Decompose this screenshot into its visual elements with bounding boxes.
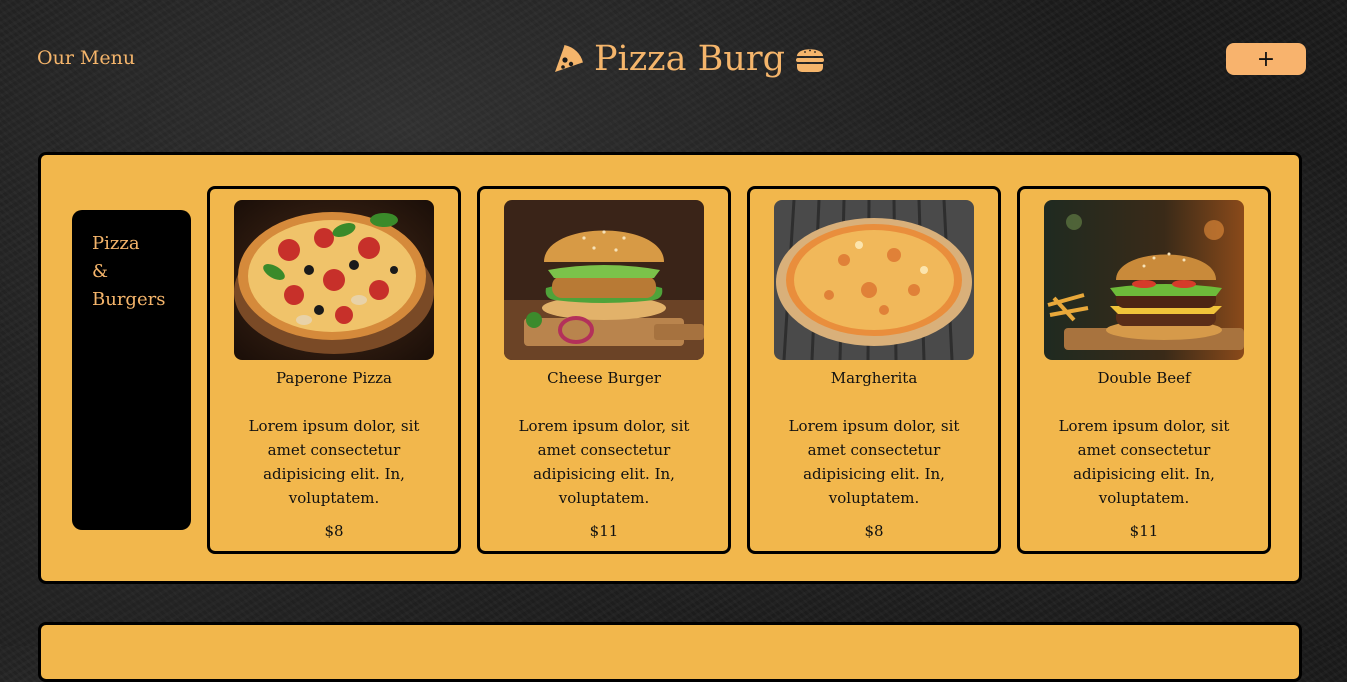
card-price: $11 — [589, 522, 619, 540]
card-price: $8 — [864, 522, 884, 540]
card-description: Lorem ipsum dolor, sit amet consectetur … — [518, 417, 690, 507]
double-beef-burger-photo — [1044, 200, 1244, 360]
menu-card-paperone-pizza[interactable]: Paperone Pizza Lorem ipsum dolor, sit am… — [207, 186, 461, 554]
card-title: Margherita — [830, 369, 918, 387]
card-price: $8 — [324, 522, 344, 540]
card-description: Lorem ipsum dolor, sit amet consectetur … — [1058, 417, 1230, 507]
category-line: Burgers — [92, 289, 166, 310]
category-pizza-burgers[interactable]: Pizza & Burgers — [72, 210, 191, 530]
menu-card-cheese-burger[interactable]: Cheese Burger Lorem ipsum dolor, sit ame… — [477, 186, 731, 554]
brand-title: Pizza Burg — [594, 39, 786, 79]
pizza-slice-icon — [552, 43, 584, 75]
category-line: Pizza — [92, 233, 140, 254]
margherita-pizza-photo — [774, 200, 974, 360]
card-title: Cheese Burger — [547, 369, 661, 387]
card-title: Double Beef — [1097, 369, 1191, 387]
card-description: Lorem ipsum dolor, sit amet consectetur … — [248, 417, 420, 507]
card-description: Lorem ipsum dolor, sit amet consectetur … — [788, 417, 960, 507]
site-header: Our Menu Pizza Burg + — [0, 0, 1347, 120]
menu-card-double-beef[interactable]: Double Beef Lorem ipsum dolor, sit amet … — [1017, 186, 1271, 554]
brand[interactable]: Pizza Burg — [552, 36, 825, 82]
card-title: Paperone Pizza — [276, 369, 392, 387]
our-menu-link[interactable]: Our Menu — [37, 47, 135, 69]
category-line: & — [92, 261, 109, 282]
menu-panel: Pizza & Burgers Paperone Pizza Lorem ips… — [38, 152, 1302, 584]
menu-panel-secondary — [38, 622, 1302, 682]
menu-card-margherita[interactable]: Margherita Lorem ipsum dolor, sit amet c… — [747, 186, 1001, 554]
card-price: $11 — [1129, 522, 1159, 540]
cheese-burger-photo — [504, 200, 704, 360]
add-button[interactable]: + — [1226, 43, 1306, 75]
burger-icon — [795, 44, 825, 74]
pizza-pepperoni-photo — [234, 200, 434, 360]
